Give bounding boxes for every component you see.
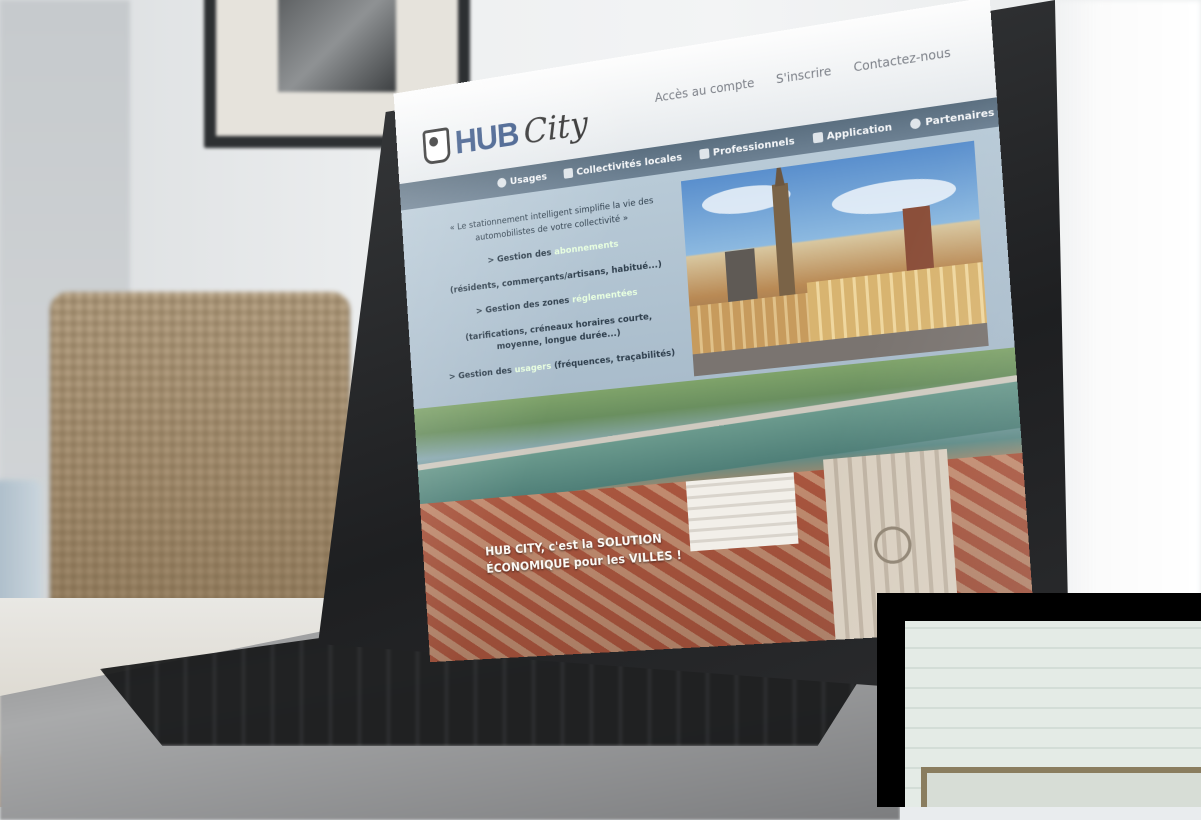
thumbnail-frame <box>921 767 1201 807</box>
thumbnail-image <box>905 621 1201 807</box>
handshake-icon <box>910 117 922 130</box>
city-square-photo <box>680 140 989 377</box>
logo-icon <box>422 127 451 166</box>
features-text: « Le stationnement intelligent simplifie… <box>437 193 678 396</box>
site-logo[interactable]: HUB City <box>422 104 589 167</box>
website-viewport: HUB City Accès au compte S'inscrire Conta… <box>393 0 1035 663</box>
user-icon <box>496 177 507 189</box>
wicker-chair <box>50 292 350 622</box>
nav-item-partenaires[interactable]: Partenaires <box>910 106 995 130</box>
laptop-screen: HUB City Accès au compte S'inscrire Conta… <box>346 0 1046 664</box>
account-access-link[interactable]: Accès au compte <box>654 76 754 105</box>
logo-hub-text: HUB <box>453 114 520 161</box>
nav-item-application[interactable]: Application <box>812 121 892 144</box>
overlay-thumbnail <box>877 593 1201 807</box>
top-links: Accès au compte S'inscrire Contactez-nou… <box>654 45 951 105</box>
nav-item-usages[interactable]: Usages <box>496 171 548 189</box>
nav-item-label: Partenaires <box>924 106 995 129</box>
briefcase-icon <box>699 148 710 160</box>
nav-item-label: Usages <box>509 171 548 187</box>
building-icon <box>563 167 573 179</box>
logo-city-text: City <box>522 103 590 153</box>
phone-icon <box>812 131 824 144</box>
contact-link[interactable]: Contactez-nous <box>853 45 951 74</box>
signup-link[interactable]: S'inscrire <box>776 64 832 87</box>
nav-item-label: Application <box>826 121 893 142</box>
nav-item-label: Professionnels <box>712 135 795 159</box>
